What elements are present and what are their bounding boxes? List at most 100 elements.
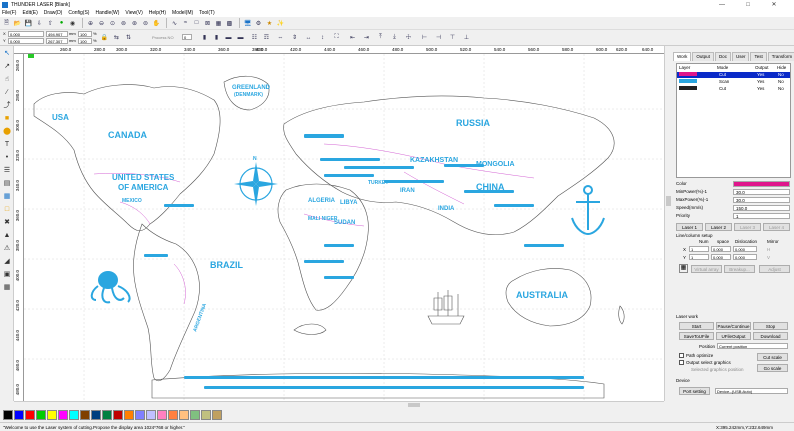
width-field[interactable]: 494.907: [46, 31, 68, 37]
export-icon[interactable]: ⇧: [46, 19, 55, 28]
mirror-h-icon[interactable]: ⇆: [112, 33, 121, 42]
array-y-num[interactable]: 1: [689, 254, 709, 260]
preview-icon[interactable]: ★: [265, 19, 274, 28]
menu-help[interactable]: Help(H): [149, 10, 166, 16]
menu-view[interactable]: View(V): [125, 10, 142, 16]
adjust-button[interactable]: Adjust: [759, 265, 790, 273]
align-page-top-icon[interactable]: ⤒: [376, 33, 385, 42]
array-grid-icon[interactable]: ▦: [679, 264, 688, 273]
horizontal-scroll-thumb[interactable]: [408, 403, 420, 407]
tab-test[interactable]: Test: [750, 52, 767, 61]
array-x-dislocation[interactable]: 0.000: [733, 246, 757, 252]
grid-icon[interactable]: ▩: [225, 19, 234, 28]
save-to-ufile-button[interactable]: SaveToUFile: [679, 332, 714, 340]
barcode-tool-icon[interactable]: ☰: [2, 165, 12, 175]
align-top-icon[interactable]: ▬: [224, 33, 233, 42]
tab-transform[interactable]: Transform: [767, 52, 794, 61]
mirror-v-icon[interactable]: ⇅: [124, 33, 133, 42]
menu-edit[interactable]: Edit(E): [22, 10, 37, 16]
same-size-icon[interactable]: ⛶: [332, 33, 341, 42]
menu-handle[interactable]: Handle(W): [95, 10, 119, 16]
tab-doc[interactable]: Doc: [714, 52, 731, 61]
array-y-space[interactable]: 0.000: [711, 254, 731, 260]
tab-output[interactable]: Output: [692, 52, 714, 61]
laser-2-button[interactable]: Laser 2: [705, 223, 732, 231]
point-tool-icon[interactable]: •: [2, 152, 12, 162]
open-file-icon[interactable]: 📂: [13, 19, 22, 28]
zoom-in-icon[interactable]: ⊕: [86, 19, 95, 28]
palette-color-swatch[interactable]: [47, 410, 57, 420]
zoom-all-icon[interactable]: ⊜: [141, 19, 150, 28]
settings-icon[interactable]: ⚙: [254, 19, 263, 28]
maximize-icon[interactable]: □: [738, 0, 758, 9]
scale-x-field[interactable]: 100: [78, 31, 92, 37]
go-scale-button[interactable]: Go scale: [757, 364, 788, 372]
palette-color-swatch[interactable]: [14, 410, 24, 420]
minimize-icon[interactable]: —: [712, 0, 732, 9]
grid-array-tool-icon[interactable]: ▦: [2, 191, 12, 201]
laser-3-button[interactable]: Laser 3: [734, 223, 761, 231]
marker-tool-icon[interactable]: ▲: [2, 230, 12, 240]
distribute-v-icon[interactable]: ⇕: [290, 33, 299, 42]
lock-icon[interactable]: 🔒: [100, 33, 109, 42]
palette-color-swatch[interactable]: [36, 410, 46, 420]
palette-color-swatch[interactable]: [25, 410, 35, 420]
vertical-scroll-thumb[interactable]: [666, 196, 671, 206]
nudge-left-icon[interactable]: ⊢: [420, 33, 429, 42]
node-icon[interactable]: □: [192, 19, 201, 28]
rectangle-tool-icon[interactable]: ■: [2, 113, 12, 123]
virtual-array-button[interactable]: Virtual array: [691, 265, 722, 273]
table-tool-icon[interactable]: ▦: [2, 282, 12, 292]
save-icon[interactable]: 💾: [24, 19, 33, 28]
cut-scale-button[interactable]: Cut scale: [757, 353, 788, 361]
nudge-right-icon[interactable]: ⊣: [434, 33, 443, 42]
palette-color-swatch[interactable]: [212, 410, 222, 420]
breakup-button[interactable]: Breakup...: [724, 265, 755, 273]
palette-color-swatch[interactable]: [58, 410, 68, 420]
palette-color-swatch[interactable]: [113, 410, 123, 420]
laser-icon[interactable]: ✨: [276, 19, 285, 28]
speed-field[interactable]: 150.0: [733, 205, 790, 211]
array-x-num[interactable]: 1: [689, 246, 709, 252]
warning-tool-icon[interactable]: ⚠: [2, 243, 12, 253]
ufile-output-button[interactable]: UFileOutput: [716, 332, 751, 340]
layer-hide[interactable]: No: [778, 72, 784, 77]
stop-icon[interactable]: ◉: [68, 19, 77, 28]
horizontal-scrollbar[interactable]: [14, 401, 664, 408]
menu-model[interactable]: Model(M): [172, 10, 193, 16]
ellipse-tool-icon[interactable]: ⬤: [2, 126, 12, 136]
text-tool-icon[interactable]: T: [2, 139, 12, 149]
flip-tool-icon[interactable]: ◢: [2, 256, 12, 266]
nudge-down-icon[interactable]: ⊥: [462, 33, 471, 42]
layer-hide[interactable]: No: [778, 86, 784, 91]
palette-color-swatch[interactable]: [3, 410, 13, 420]
monitor-icon[interactable]: 🖥: [243, 19, 252, 28]
offset-icon[interactable]: ▦: [214, 19, 223, 28]
layer-output[interactable]: Yes: [757, 72, 764, 77]
layer-row[interactable]: Scan Yes No: [677, 79, 790, 85]
layer-row[interactable]: Cut Yes No: [677, 86, 790, 92]
priority-field[interactable]: 1: [733, 213, 790, 219]
start-icon[interactable]: ●: [57, 19, 66, 28]
node-edit-tool-icon[interactable]: ↗: [2, 61, 12, 71]
align-center-h-icon[interactable]: ☷: [250, 33, 259, 42]
pause-continue-button[interactable]: Pause/Continue: [716, 322, 751, 330]
path-optimize-checkbox[interactable]: [679, 353, 684, 358]
align-page-bottom-icon[interactable]: ⤓: [390, 33, 399, 42]
palette-color-swatch[interactable]: [168, 410, 178, 420]
port-setting-button[interactable]: Port setting: [679, 387, 710, 395]
curve-icon[interactable]: ∿: [170, 19, 179, 28]
nudge-up-icon[interactable]: ⊤: [448, 33, 457, 42]
array-x-space[interactable]: 0.000: [711, 246, 731, 252]
fill-tool-icon[interactable]: ▣: [2, 269, 12, 279]
align-page-left-icon[interactable]: ⇤: [348, 33, 357, 42]
palette-color-swatch[interactable]: [201, 410, 211, 420]
palette-color-swatch[interactable]: [91, 410, 101, 420]
align-left-icon[interactable]: ▮: [200, 33, 209, 42]
design-canvas[interactable]: GREENLAND (DENMARK) USA CANADA UNITED ST…: [24, 54, 664, 401]
vertical-scrollbar[interactable]: [664, 46, 672, 401]
hand-tool-icon[interactable]: ☝: [2, 74, 12, 84]
stop-button[interactable]: Stop: [753, 322, 788, 330]
palette-color-swatch[interactable]: [124, 410, 134, 420]
tab-user[interactable]: User: [731, 52, 750, 61]
